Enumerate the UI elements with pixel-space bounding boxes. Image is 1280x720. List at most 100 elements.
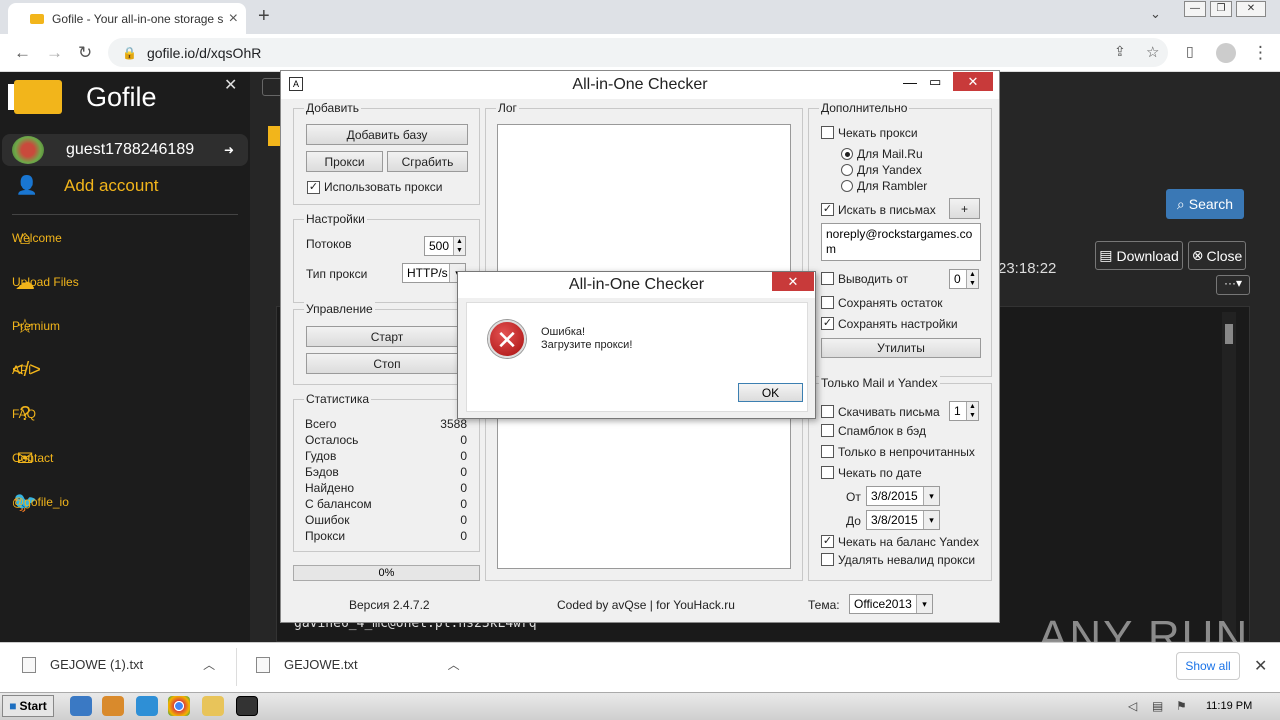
only-unread-checkbox[interactable]: [821, 445, 834, 458]
download-letters-spinner[interactable]: 1 ▲ ▼: [949, 401, 979, 421]
show-all-button[interactable]: Show all: [1176, 652, 1240, 680]
grab-button[interactable]: Сграбить: [387, 151, 468, 172]
proxy-button[interactable]: Прокси: [306, 151, 383, 172]
check-proxy-checkbox[interactable]: [821, 126, 834, 139]
check-by-date-label: Чекать по дате: [838, 466, 922, 480]
url-input[interactable]: 🔒 gofile.io/d/xqsOhR: [108, 38, 1168, 67]
search-letters-checkbox[interactable]: ✓: [821, 203, 834, 216]
checker-minimize-button[interactable]: —: [903, 74, 917, 90]
restore-button[interactable]: ❐: [1210, 1, 1232, 17]
from-date-picker[interactable]: 3/8/2015 ▾: [866, 486, 940, 506]
check-balance-checkbox[interactable]: ✓: [821, 535, 834, 548]
sidebar-item-faq[interactable]: ? FAQ: [12, 400, 242, 428]
proxy-type-label: Тип прокси: [306, 267, 368, 281]
log-group-label: Лог: [496, 101, 519, 115]
spamblock-checkbox[interactable]: [821, 424, 834, 437]
page-scrollbar[interactable]: [1266, 72, 1280, 642]
download-item[interactable]: GEJOWE.txt ︿: [256, 656, 460, 673]
start-button[interactable]: ■ Start: [2, 695, 54, 717]
new-tab-icon[interactable]: +: [258, 5, 270, 28]
checker-taskbar-icon[interactable]: [236, 696, 258, 716]
reload-icon[interactable]: ↻: [78, 43, 92, 63]
checker-title: All-in-One Checker: [281, 71, 999, 99]
minimize-button[interactable]: —: [1184, 1, 1206, 17]
download-letters-value: 1: [954, 404, 961, 418]
app-icon: A: [289, 77, 303, 91]
tab-search-icon[interactable]: ⌄: [1150, 6, 1161, 22]
bookmark-star-icon[interactable]: ☆: [1146, 43, 1159, 61]
threads-spinner[interactable]: 500 ▲ ▼: [424, 236, 466, 256]
sidebar-close-icon[interactable]: ✕: [224, 75, 237, 95]
stop-button[interactable]: Стоп: [306, 353, 468, 374]
ie-icon[interactable]: [70, 696, 92, 716]
download-letters-checkbox[interactable]: [821, 405, 834, 418]
start-button[interactable]: Старт: [306, 326, 468, 347]
close-button[interactable]: ⊗ Close: [1188, 241, 1246, 270]
profile-icon[interactable]: [1216, 43, 1236, 63]
theme-select[interactable]: Office2013 ▾: [849, 594, 933, 614]
save-rest-checkbox[interactable]: [821, 296, 834, 309]
coded-by-label: Coded by avQse | for YouHack.ru: [557, 598, 735, 612]
downloads-close-icon[interactable]: ✕: [1254, 656, 1267, 676]
share-icon[interactable]: ⇪: [1114, 43, 1126, 60]
sidebar-item-upload[interactable]: ☁ Upload Files: [12, 268, 242, 296]
delete-invalid-label: Удалять невалид прокси: [838, 553, 976, 567]
sidebar-item-twitter[interactable]: 🐦 @gofile_io: [12, 488, 242, 516]
chrome-icon[interactable]: [168, 696, 190, 716]
browser-close-button[interactable]: ✕: [1236, 1, 1266, 17]
save-settings-checkbox[interactable]: ✓: [821, 317, 834, 330]
checker-close-button[interactable]: ✕: [953, 72, 993, 91]
user-account-row[interactable]: guest1788246189 ➜: [2, 134, 248, 166]
utilities-button[interactable]: Утилиты: [821, 338, 981, 358]
sidebar-item-api[interactable]: </> API: [12, 356, 242, 384]
sidebar-item-welcome[interactable]: ⌂ Welcome: [12, 224, 242, 252]
viewer-scrollbar[interactable]: [1222, 312, 1236, 640]
brand[interactable]: Gofile: [14, 80, 157, 114]
checker-maximize-button[interactable]: ▭: [929, 74, 941, 90]
sidepanel-icon[interactable]: ▯: [1186, 43, 1194, 60]
download-button[interactable]: ▤ Download: [1095, 241, 1183, 270]
add-search-button[interactable]: +: [949, 198, 980, 219]
check-proxy-label: Чекать прокси: [838, 126, 918, 140]
search-value-input[interactable]: noreply@rockstargames.com: [821, 223, 981, 261]
forward-icon[interactable]: →: [46, 43, 63, 63]
add-base-button[interactable]: Добавить базу: [306, 124, 468, 145]
menu-kebab-icon[interactable]: ⋮: [1252, 43, 1269, 63]
explorer-icon[interactable]: [202, 696, 224, 716]
clock[interactable]: 11:19 PM: [1206, 700, 1252, 712]
yandex-radio[interactable]: [841, 164, 853, 176]
dialog-close-button[interactable]: ✕: [772, 272, 814, 291]
output-from-spinner[interactable]: 0 ▲ ▼: [949, 269, 979, 289]
back-icon[interactable]: ←: [14, 43, 31, 63]
sidebar-item-contact[interactable]: ✉ Contact: [12, 444, 242, 472]
sidebar-item-premium[interactable]: ☆ Premium: [12, 312, 242, 340]
ok-button[interactable]: OK: [738, 383, 803, 402]
tab-close-icon[interactable]: ×: [229, 10, 238, 28]
edge-icon[interactable]: [136, 696, 158, 716]
theme-value: Office2013: [854, 597, 912, 611]
chevron-up-icon[interactable]: ︿: [448, 656, 460, 673]
rambler-radio[interactable]: [841, 180, 853, 192]
add-account-link[interactable]: 👤 Add account: [14, 175, 159, 196]
more-options-button[interactable]: ···▾: [1216, 275, 1250, 295]
browser-tab[interactable]: Gofile - Your all-in-one storage soluti …: [8, 3, 246, 34]
download-filename: GEJOWE.txt: [284, 657, 358, 672]
search-button[interactable]: ⌕ Search: [1166, 189, 1244, 219]
avatar: [12, 136, 44, 164]
flag-icon[interactable]: ⚑: [1176, 699, 1187, 713]
output-from-checkbox[interactable]: [821, 272, 834, 285]
to-date-picker[interactable]: 3/8/2015 ▾: [866, 510, 940, 530]
chevron-up-icon[interactable]: ︿: [203, 656, 215, 673]
taskbar: [0, 692, 1280, 720]
from-date-label: От: [846, 490, 861, 504]
mail-yandex-group-label: Только Mail и Yandex: [819, 376, 940, 390]
volume-icon[interactable]: ◁: [1128, 699, 1137, 713]
save-rest-label: Сохранять остаток: [838, 296, 943, 310]
network-icon[interactable]: ▤: [1152, 699, 1163, 713]
use-proxy-checkbox[interactable]: ✓: [307, 181, 320, 194]
download-item[interactable]: GEJOWE (1).txt ︿: [22, 656, 215, 673]
check-by-date-checkbox[interactable]: [821, 466, 834, 479]
delete-invalid-checkbox[interactable]: [821, 553, 834, 566]
mailru-radio[interactable]: [841, 148, 853, 160]
media-player-icon[interactable]: [102, 696, 124, 716]
